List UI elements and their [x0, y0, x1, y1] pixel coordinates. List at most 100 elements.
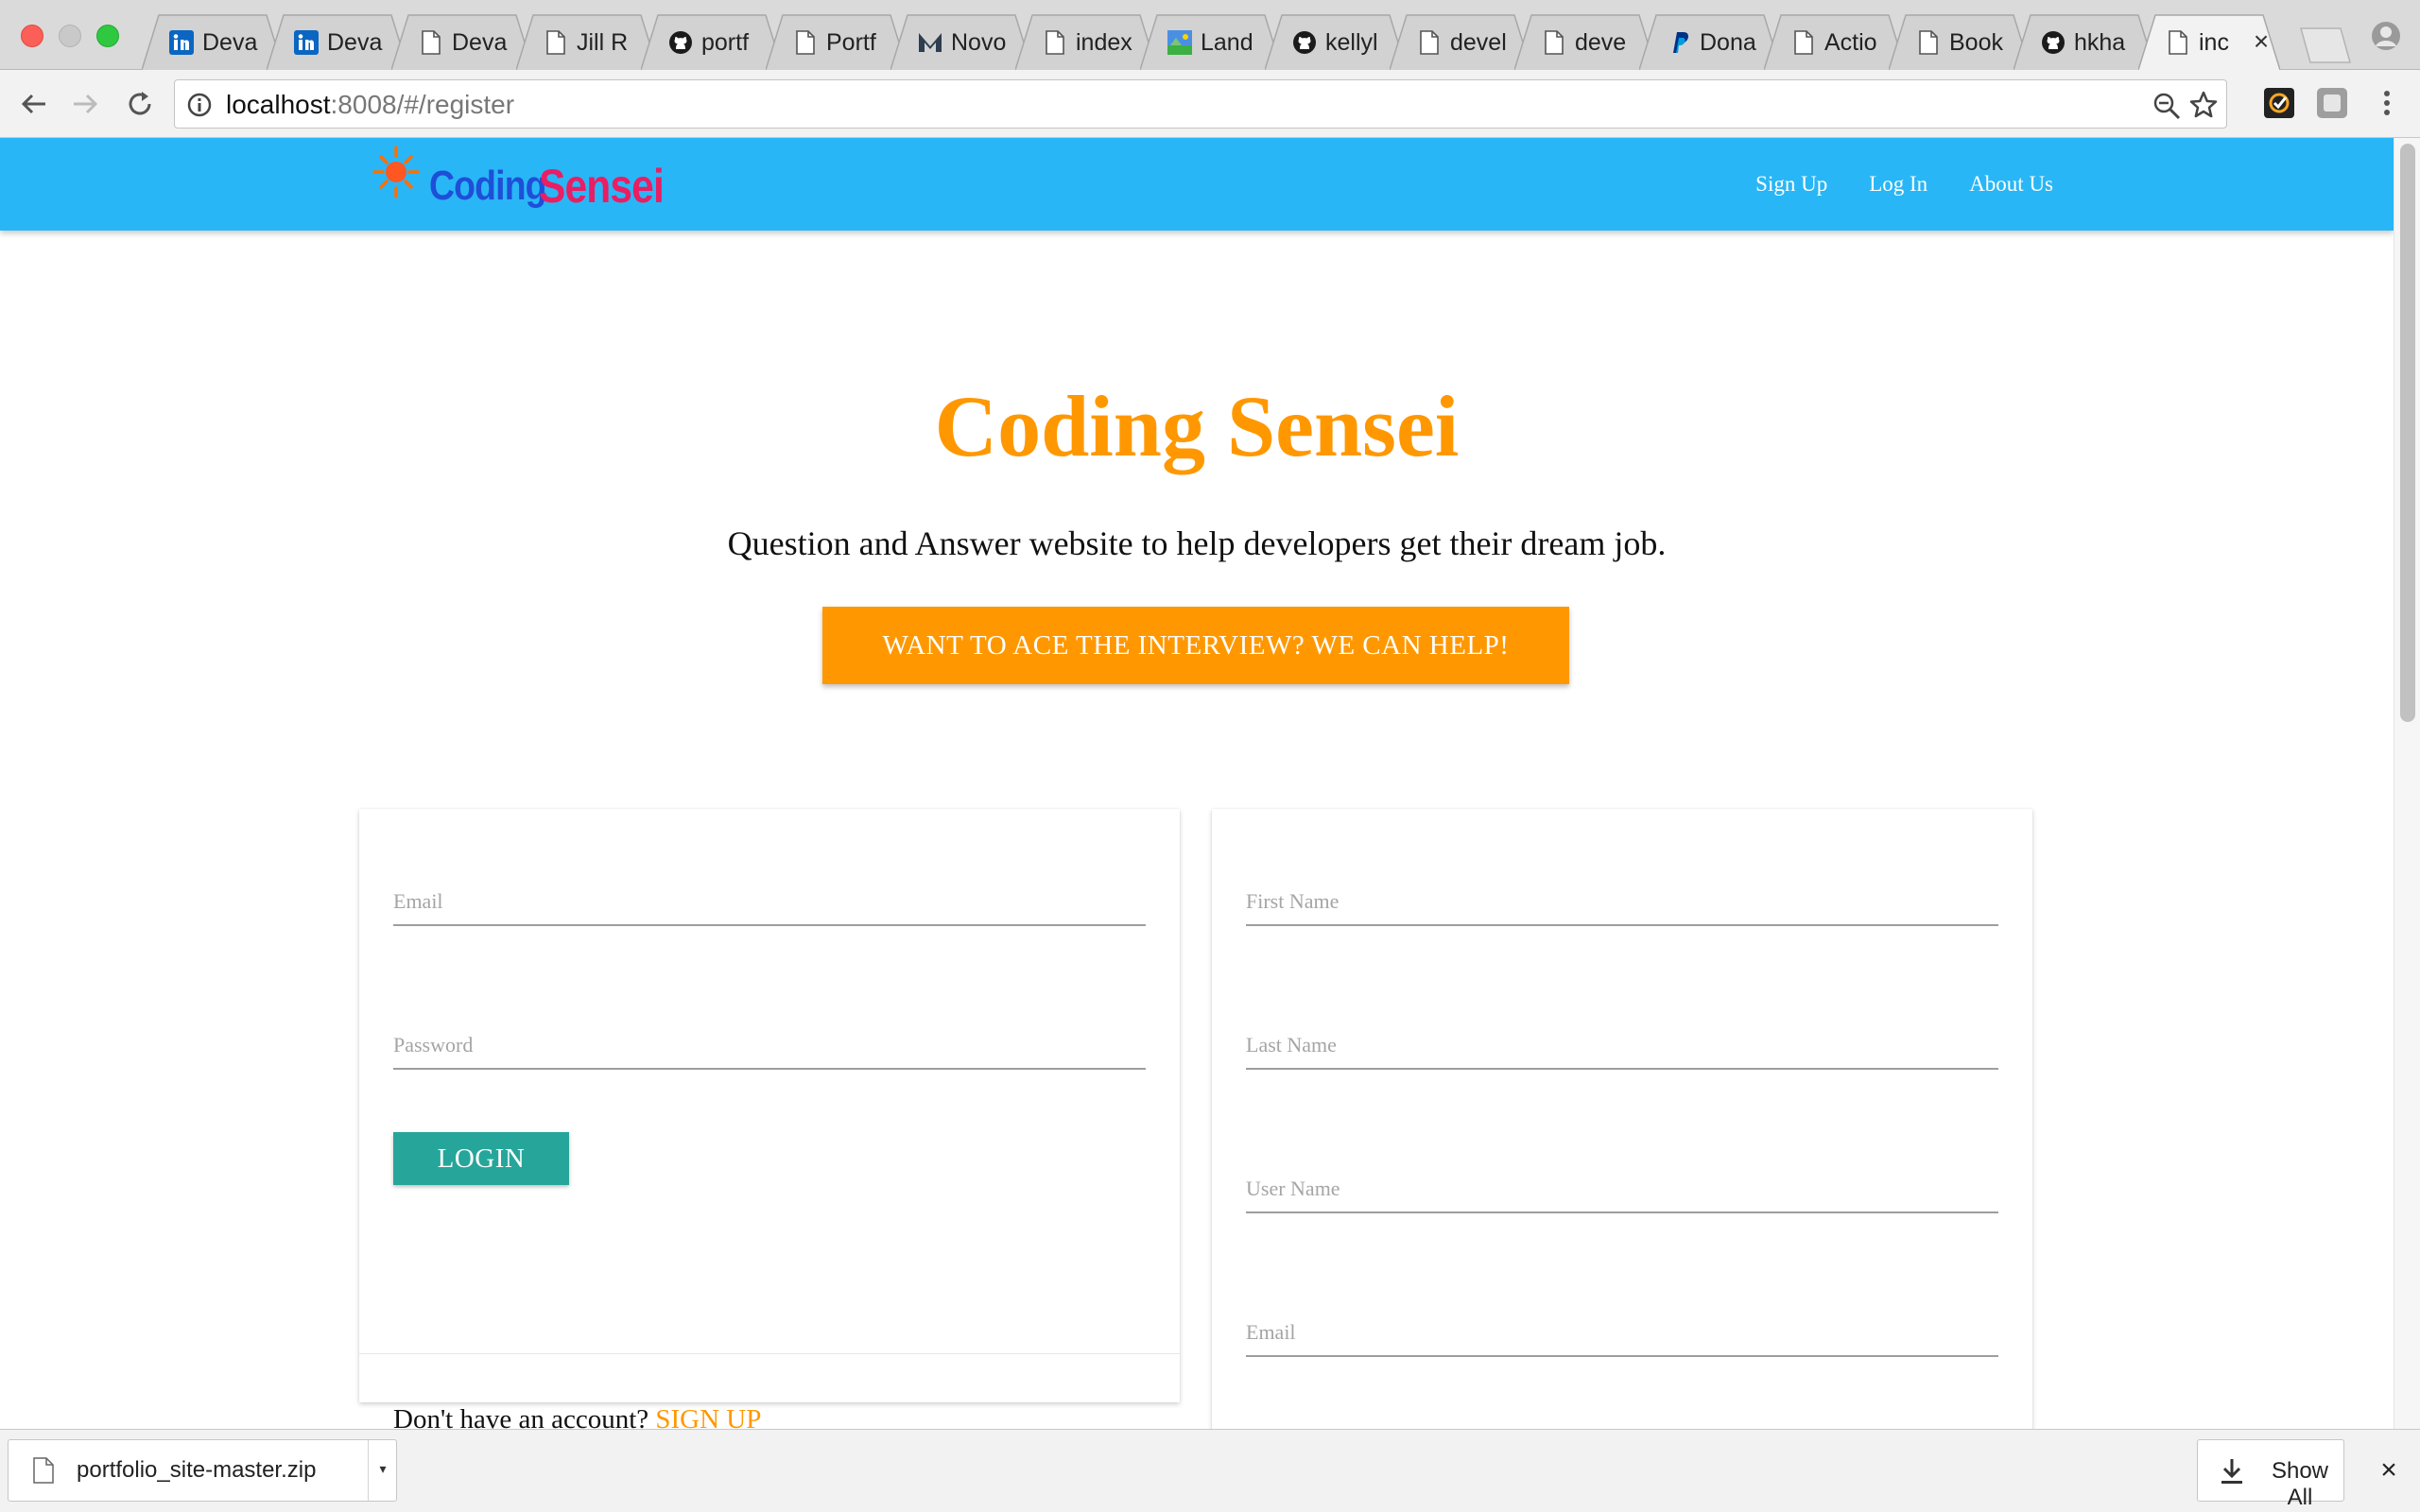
forward-arrow-icon — [74, 94, 98, 114]
reload-button[interactable] — [121, 85, 159, 123]
address-bar[interactable]: localhost:8008/#/register — [174, 79, 2227, 129]
site-logo[interactable]: Coding Sensei — [371, 144, 673, 223]
close-tab-icon[interactable]: × — [2250, 28, 2273, 55]
close-window-button[interactable] — [21, 25, 43, 47]
paypal-icon — [1666, 29, 1692, 56]
github-icon — [2040, 29, 2066, 56]
profile-icon[interactable] — [2371, 21, 2401, 51]
bookmark-star-icon[interactable] — [2188, 90, 2219, 120]
browser-tab[interactable]: Deva — [391, 13, 533, 70]
browser-tab[interactable]: deve — [1514, 13, 1656, 70]
file-icon — [33, 1457, 54, 1484]
tab-title: index — [1076, 29, 1132, 56]
last-name-input[interactable] — [1246, 1013, 1998, 1070]
brand-text-coding: Coding — [429, 163, 547, 209]
tab-title: kellyl — [1325, 29, 1378, 56]
tab-title: devel — [1450, 29, 1507, 56]
nav-links: Sign Up Log In About Us — [1755, 138, 2053, 231]
tab-title: Book — [1949, 29, 2003, 56]
nav-login-link[interactable]: Log In — [1869, 172, 1927, 197]
download-item[interactable]: portfolio_site-master.zip ▾ — [8, 1439, 397, 1502]
extension-icon[interactable] — [2263, 87, 2295, 119]
first-name-input[interactable] — [1246, 869, 1998, 926]
login-button[interactable]: LOGIN — [393, 1132, 569, 1185]
new-tab-button[interactable] — [2293, 26, 2352, 64]
chevron-down-icon[interactable]: ▾ — [373, 1461, 392, 1480]
hero-subtitle: Question and Answer website to help deve… — [727, 524, 1667, 562]
user-name-input[interactable] — [1246, 1157, 1998, 1213]
tab-title: Deva — [327, 29, 383, 56]
novo-icon — [917, 29, 943, 56]
first-name-field — [1246, 850, 1998, 926]
tab-title: inc — [2199, 29, 2229, 56]
info-icon[interactable] — [186, 92, 213, 118]
tab-title: deve — [1575, 29, 1627, 56]
linkedin-icon — [293, 29, 320, 56]
browser-tab[interactable]: Deva — [142, 13, 284, 70]
menu-icon[interactable] — [2371, 87, 2403, 119]
download-divider — [368, 1440, 369, 1501]
no-account-text: Don't have an account? — [393, 1404, 649, 1429]
browser-tab[interactable]: Portf — [766, 13, 908, 70]
back-button[interactable] — [15, 85, 53, 123]
show-all-label: Show All — [2271, 1458, 2329, 1510]
brand-text-sensei: Sensei — [539, 160, 665, 213]
download-shelf: portfolio_site-master.zip ▾ Show All × — [0, 1429, 2420, 1512]
cta-button[interactable]: WANT TO ACE THE INTERVIEW? WE CAN HELP! — [822, 607, 1569, 684]
login-email-field — [393, 850, 1146, 926]
browser-tab[interactable]: Land — [1140, 13, 1282, 70]
login-card: LOGIN Don't have an account? SIGN UP — [359, 809, 1180, 1429]
nav-about-link[interactable]: About Us — [1969, 172, 2053, 197]
page-icon — [1042, 29, 1068, 56]
tab-title: Novo — [951, 29, 1007, 56]
login-email-input[interactable] — [393, 869, 1146, 926]
site-navbar: Coding Sensei Sign Up Log In About Us — [0, 138, 2394, 231]
show-all-button[interactable]: Show All — [2197, 1439, 2344, 1510]
tab-title: Deva — [452, 29, 508, 56]
page-icon — [543, 29, 569, 56]
browser-tab[interactable]: Book — [1889, 13, 2031, 70]
nav-signup-link[interactable]: Sign Up — [1755, 172, 1827, 197]
register-email-input[interactable] — [1246, 1300, 1998, 1357]
browser-tab[interactable]: Deva — [267, 13, 408, 70]
close-icon[interactable]: × — [2373, 1454, 2405, 1486]
browser-tab[interactable]: Dona — [1639, 13, 1781, 70]
tab-title: Jill R — [577, 29, 629, 56]
browser-toolbar: localhost:8008/#/register — [0, 70, 2420, 138]
browser-tab[interactable]: index — [1015, 13, 1157, 70]
tab-title: portf — [701, 29, 750, 56]
browser-tab[interactable]: hkha — [2014, 13, 2155, 70]
forward-button[interactable] — [66, 85, 104, 123]
browser-tab[interactable]: Actio — [1764, 13, 1906, 70]
tab-title: Portf — [826, 29, 876, 56]
github-icon — [667, 29, 694, 56]
extension-icon[interactable] — [2316, 87, 2348, 119]
browser-tab[interactable]: Novo — [890, 13, 1032, 70]
hero-title: Coding Sensei — [934, 378, 1460, 474]
browser-tab[interactable]: kellyl — [1265, 13, 1407, 70]
browser-tab[interactable]: inc × — [2138, 13, 2280, 70]
tab-title: Dona — [1700, 29, 1756, 56]
download-icon — [2221, 1459, 2242, 1484]
web-page: Coding Sensei Sign Up Log In About Us Co… — [0, 138, 2394, 1429]
tab-title: hkha — [2074, 29, 2126, 56]
page-icon — [1541, 29, 1567, 56]
browser-tab[interactable]: Jill R — [516, 13, 658, 70]
page-scrollbar[interactable] — [2394, 138, 2420, 1429]
signup-prompt: Don't have an account? SIGN UP — [393, 1404, 761, 1429]
page-icon — [1790, 29, 1817, 56]
zoom-window-button[interactable] — [96, 25, 119, 47]
login-password-input[interactable] — [393, 1013, 1146, 1070]
user-name-field — [1246, 1138, 1998, 1213]
minimize-window-button[interactable] — [59, 25, 81, 47]
back-arrow-icon — [21, 94, 45, 114]
browser-tab-strip: Deva Deva Deva Jill R portf Portf Novo index Lan… — [0, 0, 2420, 70]
browser-tab[interactable]: portf — [641, 13, 783, 70]
scrollbar-thumb[interactable] — [2400, 144, 2415, 722]
zoom-out-icon[interactable] — [2152, 92, 2181, 120]
card-divider — [359, 1353, 1180, 1354]
reload-icon — [129, 92, 151, 115]
browser-tab[interactable]: devel — [1390, 13, 1531, 70]
signup-link[interactable]: SIGN UP — [655, 1404, 761, 1429]
login-password-field — [393, 994, 1146, 1070]
